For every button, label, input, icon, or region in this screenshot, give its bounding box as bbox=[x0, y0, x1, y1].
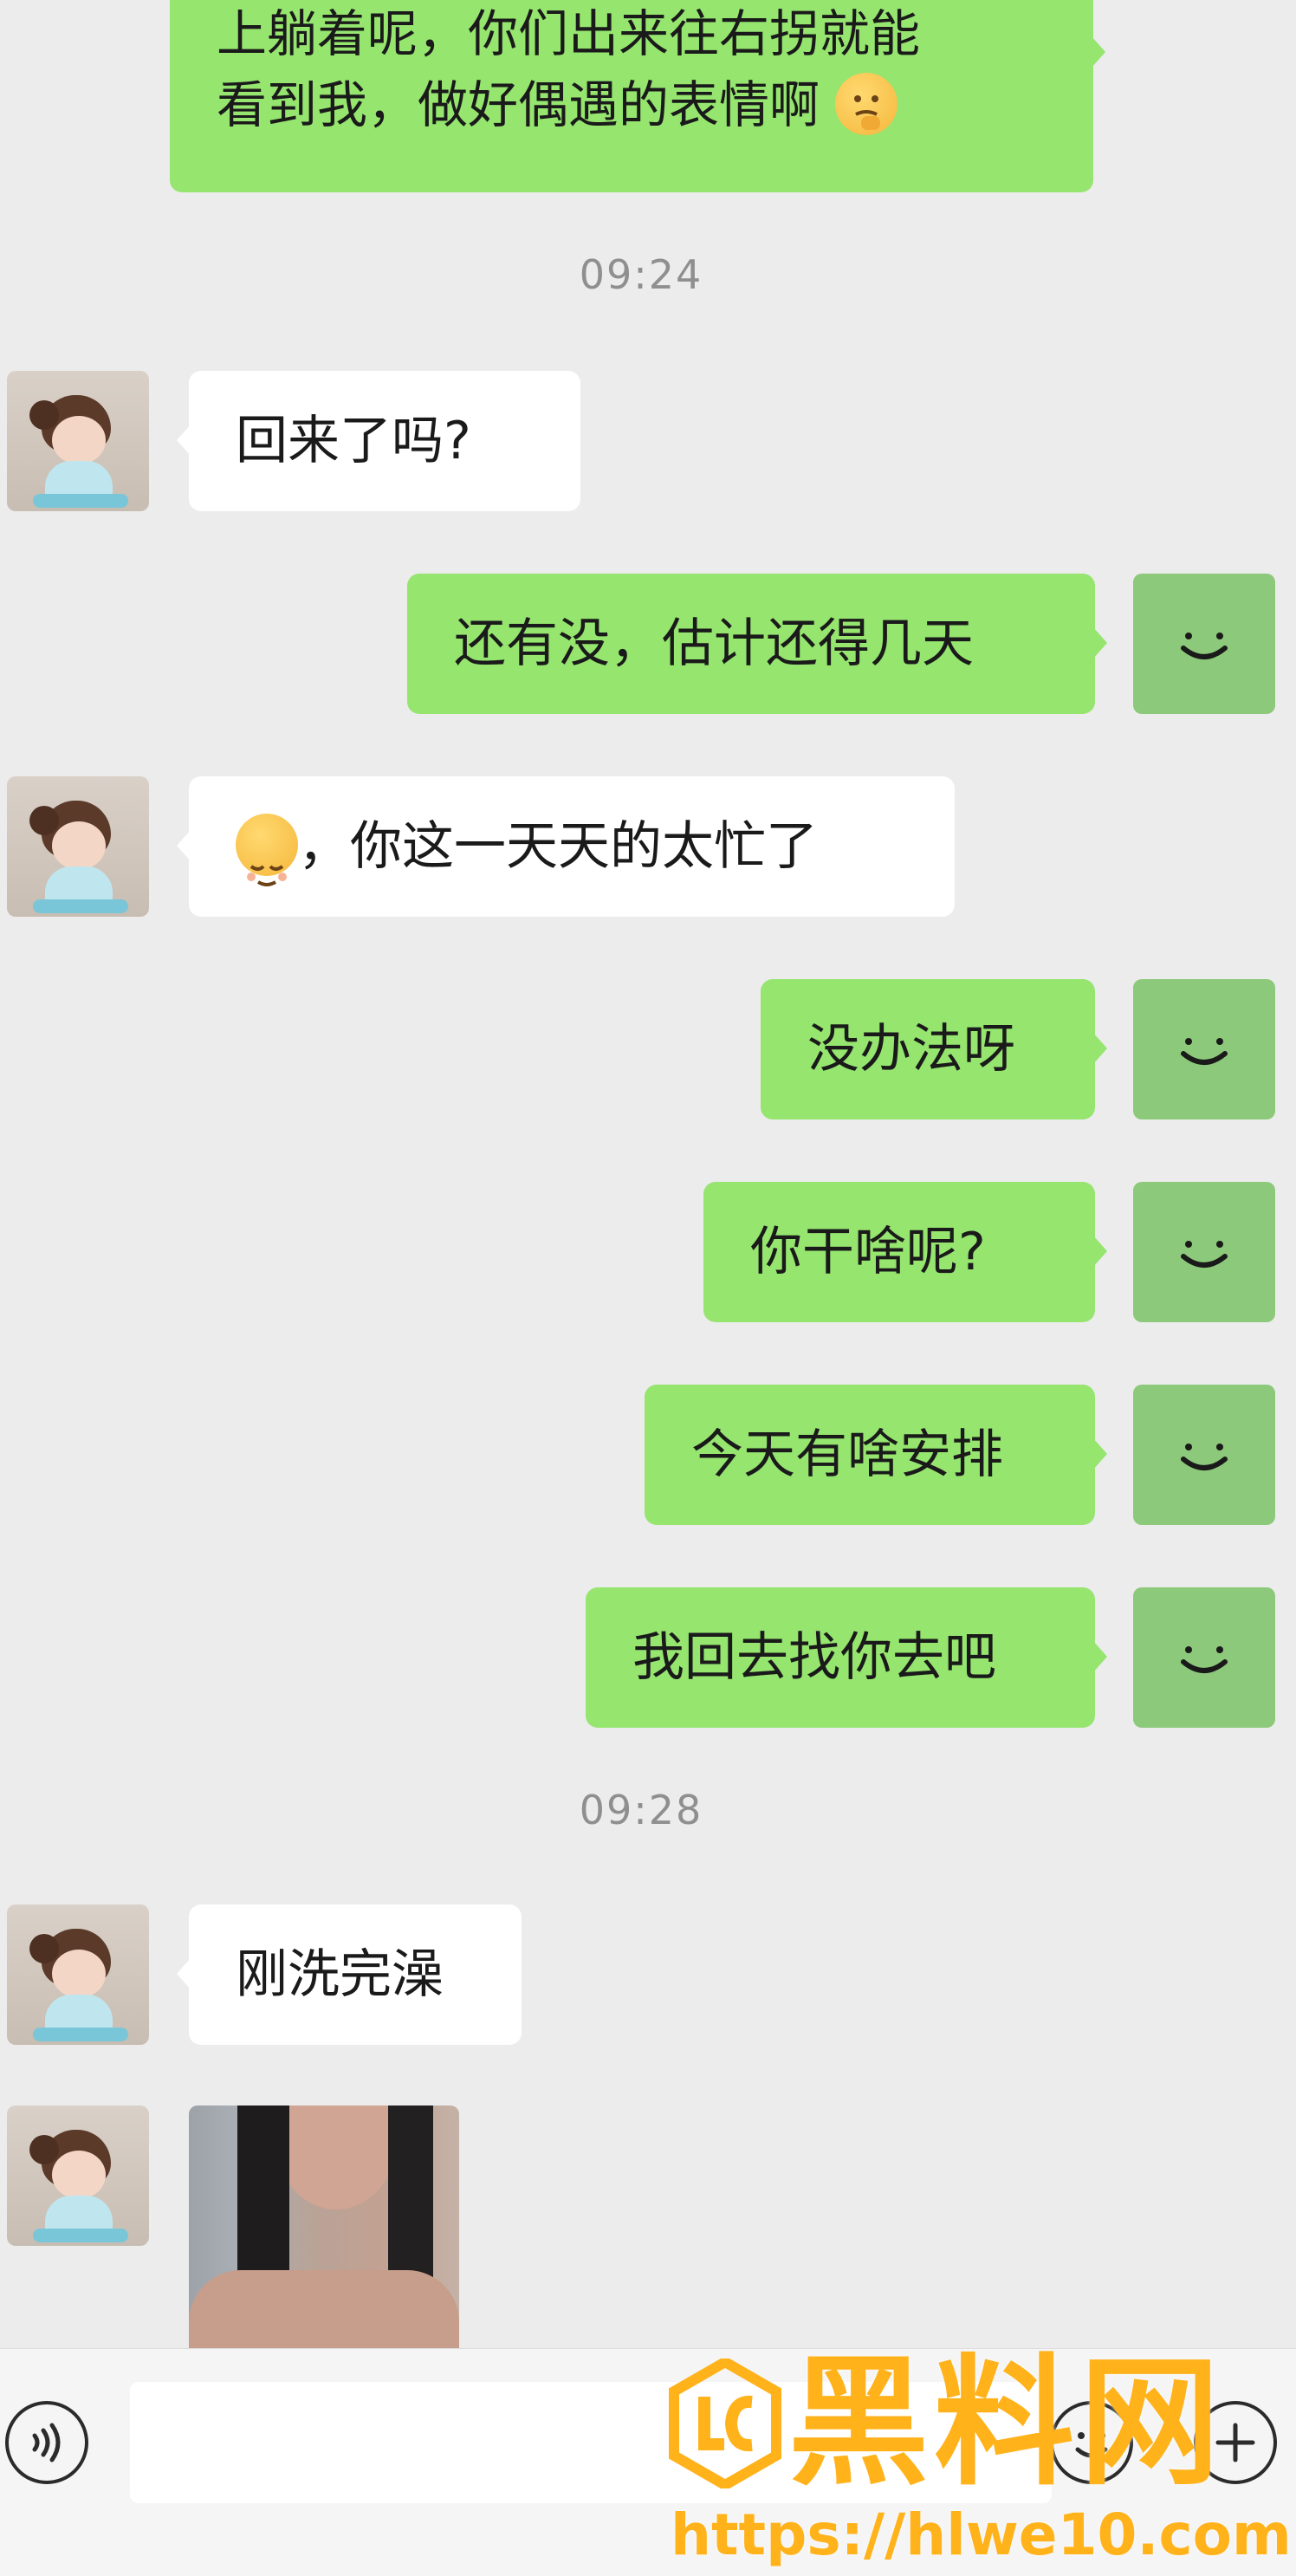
thinking-face-emoji bbox=[835, 72, 898, 135]
message-outgoing[interactable]: 今天有啥安排 bbox=[645, 1385, 1107, 1525]
contact-avatar[interactable] bbox=[7, 371, 149, 511]
message-text-line: 看到我，做好偶遇的表情啊 bbox=[217, 68, 1047, 142]
voice-icon[interactable] bbox=[5, 2401, 88, 2484]
smile-icon bbox=[1181, 1444, 1228, 1470]
watermark-title: 黑料网 bbox=[788, 2342, 1225, 2505]
my-avatar[interactable] bbox=[1133, 1587, 1275, 1728]
message-incoming[interactable]: ，你这一天天的太忙了 bbox=[177, 776, 955, 917]
message-outgoing[interactable]: 你干啥呢? bbox=[703, 1182, 1107, 1322]
smile-icon bbox=[1181, 1038, 1228, 1065]
my-avatar[interactable] bbox=[1133, 1182, 1275, 1322]
watermark-logo-icon bbox=[669, 2359, 781, 2488]
photo-message[interactable] bbox=[189, 2106, 459, 2348]
message-outgoing[interactable]: 我回去找你去吧 bbox=[586, 1587, 1107, 1728]
my-avatar[interactable] bbox=[1133, 574, 1275, 714]
smile-icon bbox=[1181, 1241, 1228, 1268]
my-avatar[interactable] bbox=[1133, 1385, 1275, 1525]
smile-icon bbox=[1181, 633, 1228, 659]
watermark-url: https://hlwe10.com bbox=[671, 2501, 1292, 2568]
chat-area[interactable]: 上躺着呢，你们出来往右拐就能 看到我，做好偶遇的表情啊 09:24 回来了吗? … bbox=[0, 0, 1296, 2348]
timestamp: 09:28 bbox=[579, 1787, 703, 1833]
my-avatar[interactable] bbox=[1133, 979, 1275, 1119]
smile-icon bbox=[1181, 1646, 1228, 1673]
message-incoming[interactable]: 回来了吗? bbox=[177, 371, 580, 511]
watermark: 黑料网 https://hlwe10.com bbox=[658, 2339, 1296, 2575]
message-outgoing[interactable]: 没办法呀 bbox=[761, 979, 1107, 1119]
contact-avatar[interactable] bbox=[7, 776, 149, 917]
message-incoming[interactable]: 刚洗完澡 bbox=[177, 1904, 522, 2045]
contact-avatar[interactable] bbox=[7, 1904, 149, 2045]
relieved-face-emoji bbox=[236, 814, 298, 887]
timestamp: 09:24 bbox=[579, 251, 703, 298]
message-outgoing[interactable]: 上躺着呢，你们出来往右拐就能 看到我，做好偶遇的表情啊 bbox=[170, 0, 1105, 192]
contact-avatar[interactable] bbox=[7, 2106, 149, 2246]
message-text: ，你这一天天的太忙了 bbox=[298, 816, 818, 877]
message-text: 看到我，做好偶遇的表情啊 bbox=[217, 75, 820, 134]
message-outgoing[interactable]: 还有没，估计还得几天 bbox=[407, 574, 1107, 714]
message-text-line: 上躺着呢，你们出来往右拐就能 bbox=[217, 4, 921, 63]
